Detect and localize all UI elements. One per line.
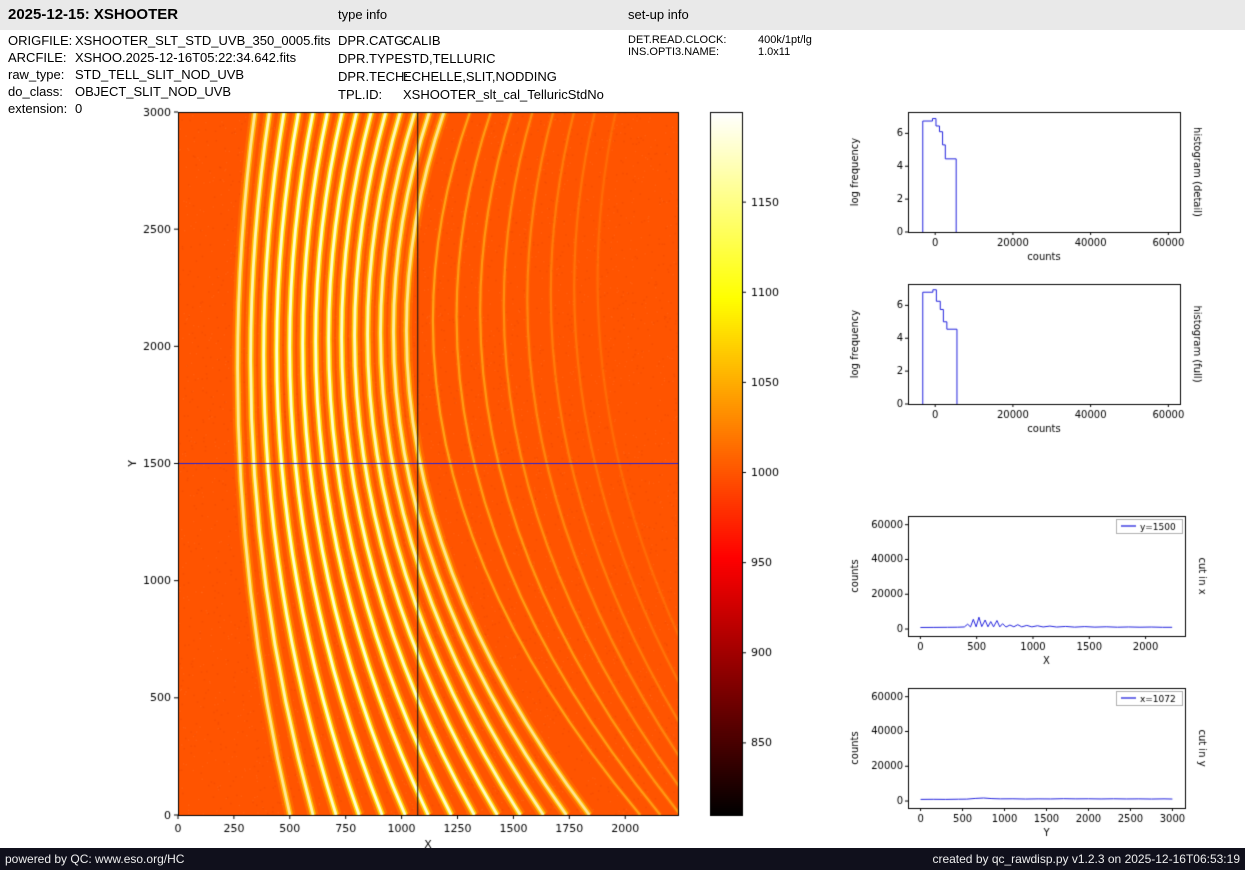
meta-row: ARCFILE: XSHOO.2025-12-16T05:22:34.642.fi… <box>8 49 331 66</box>
meta-label: TPL.ID: <box>338 87 383 102</box>
setup-info-heading: set-up info <box>628 7 689 22</box>
meta-value: ECHELLE,SLIT,NODDING <box>403 69 557 84</box>
meta-value: 1.0x11 <box>758 46 791 58</box>
meta-label: extension: <box>8 101 68 116</box>
meta-label: DPR.CATG: <box>338 33 408 48</box>
footer-bar: powered by QC: www.eso.org/HC created by… <box>0 848 1245 870</box>
meta-value: OBJECT_SLIT_NOD_UVB <box>75 84 232 99</box>
meta-row: extension: 0 <box>8 100 331 117</box>
meta-row: do_class: OBJECT_SLIT_NOD_UVB <box>8 83 331 100</box>
meta-label: ORIGFILE: <box>8 33 73 48</box>
meta-row: raw_type: STD_TELL_SLIT_NOD_UVB <box>8 66 331 83</box>
meta-value: XSHOOTER_SLT_STD_UVB_350_0005.fits <box>75 33 331 48</box>
meta-value: 400k/1pt/lg <box>758 34 812 46</box>
meta-label: INS.OPTI3.NAME: <box>628 46 720 58</box>
meta-label: DPR.TYPE: <box>338 51 407 66</box>
meta-label: DPR.TECH: <box>338 69 409 84</box>
meta-value: 0 <box>75 101 83 116</box>
meta-value: XSHOO.2025-12-16T05:22:34.642.fits <box>75 50 297 65</box>
type-info-heading: type info <box>338 7 388 22</box>
footer-left: powered by QC: www.eso.org/HC <box>5 852 185 866</box>
meta-value: STD_TELL_SLIT_NOD_UVB <box>75 67 245 82</box>
meta-row: DPR.TYPE:STD,TELLURIC <box>338 50 604 68</box>
header-bar: 2025-12-15: XSHOOTER type info set-up in… <box>0 0 1245 30</box>
report-title: 2025-12-15: XSHOOTER <box>8 6 179 23</box>
meta-value: CALIB <box>403 33 441 48</box>
meta-row: DPR.CATG:CALIB <box>338 32 604 50</box>
meta-label: raw_type: <box>8 67 65 82</box>
meta-label: do_class: <box>8 84 63 99</box>
meta-row: TPL.ID: XSHOOTER_slt_cal_TelluricStdNo <box>338 86 604 104</box>
type-info-block: DPR.CATG:CALIB DPR.TYPE:STD,TELLURIC DPR… <box>338 32 604 104</box>
meta-label: DET.READ.CLOCK: <box>628 34 727 46</box>
footer-right: created by qc_rawdisp.py v1.2.3 on 2025-… <box>932 852 1240 866</box>
meta-row: DPR.TECH:ECHELLE,SLIT,NODDING <box>338 68 604 86</box>
meta-value: STD,TELLURIC <box>403 51 496 66</box>
file-info-block: ORIGFILE: XSHOOTER_SLT_STD_UVB_350_0005.f… <box>8 32 331 117</box>
meta-value: XSHOOTER_slt_cal_TelluricStdNo <box>403 87 604 102</box>
setup-info-block: DET.READ.CLOCK: 400k/1pt/lg INS.OPTI3.NAM… <box>628 34 812 58</box>
meta-row: INS.OPTI3.NAME: 1.0x11 <box>628 46 812 58</box>
qc-figure-canvas <box>0 0 1245 848</box>
meta-row: DET.READ.CLOCK: 400k/1pt/lg <box>628 34 812 46</box>
meta-label: ARCFILE: <box>8 50 67 65</box>
meta-row: ORIGFILE: XSHOOTER_SLT_STD_UVB_350_0005.f… <box>8 32 331 49</box>
